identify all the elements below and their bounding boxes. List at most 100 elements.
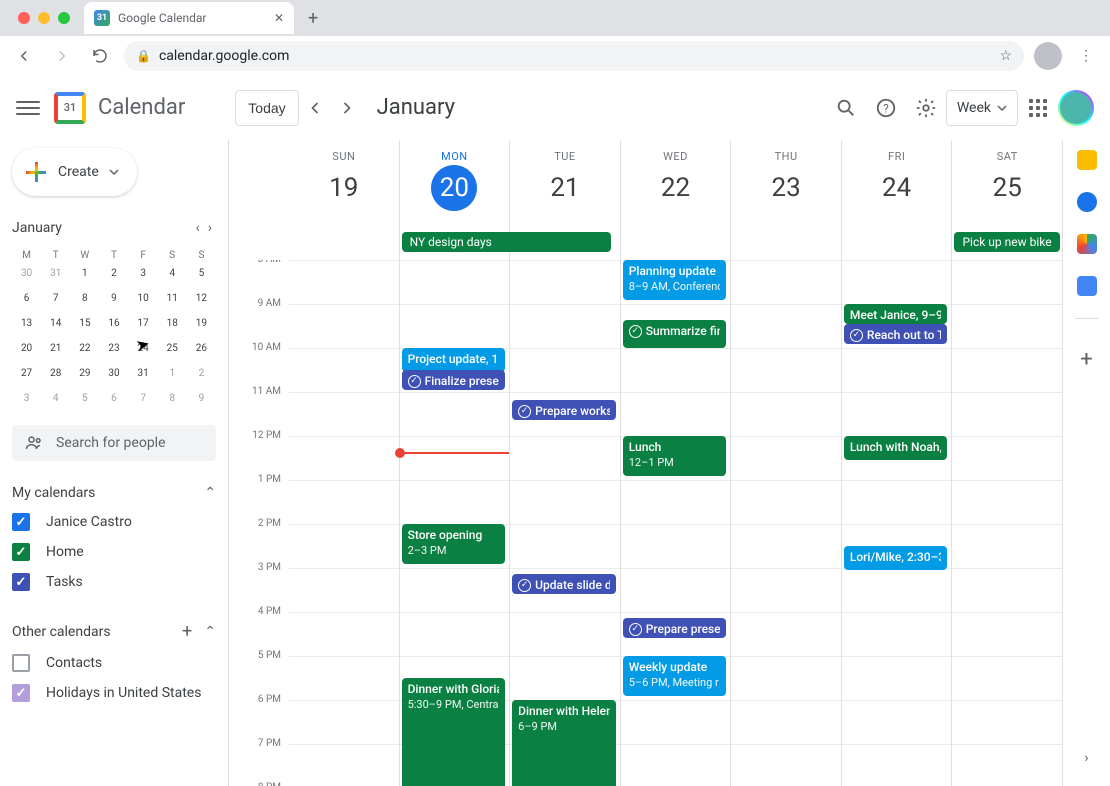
keep-icon[interactable] [1077, 150, 1097, 170]
calendar-event[interactable]: Meet Janice, 9–9: [844, 304, 948, 324]
day-column[interactable]: Planning update8–9 AM, Conferenc ✓Summari… [620, 260, 731, 786]
add-calendar-icon[interactable]: + [182, 621, 192, 642]
mini-day[interactable]: 20 [12, 336, 41, 361]
calendar-item[interactable]: Home [12, 537, 216, 567]
mini-prev-icon[interactable]: ‹ [192, 216, 204, 240]
new-tab-button[interactable]: + [302, 8, 324, 29]
allday-cell[interactable] [841, 230, 952, 260]
mini-day[interactable]: 29 [70, 361, 99, 386]
calendar-event[interactable]: ✓Prepare present [623, 618, 727, 638]
mini-day[interactable]: 3 [12, 386, 41, 411]
day-column[interactable] [289, 260, 399, 786]
mini-day[interactable]: 19 [187, 311, 216, 336]
calendar-item[interactable]: Tasks [12, 567, 216, 597]
window-controls[interactable] [12, 12, 76, 24]
view-selector[interactable]: Week [946, 90, 1018, 126]
allday-cell[interactable] [730, 230, 841, 260]
calendar-event[interactable]: Lori/Mike, 2:30–3 [844, 546, 948, 570]
day-column[interactable] [730, 260, 841, 786]
mini-day[interactable]: 13 [12, 311, 41, 336]
calendar-event[interactable]: ✓Prepare worksh [512, 400, 616, 420]
day-header[interactable]: SUN19 [289, 140, 399, 230]
browser-tab[interactable]: 31 Google Calendar ✕ [84, 2, 294, 34]
day-column[interactable] [951, 260, 1062, 786]
calendar-event[interactable]: Weekly update5–6 PM, Meeting r [623, 656, 727, 696]
other-calendars-toggle[interactable]: Other calendars + ⌃ [12, 615, 216, 648]
mini-day[interactable]: 18 [158, 311, 187, 336]
mini-day[interactable]: 12 [187, 286, 216, 311]
day-header[interactable]: THU23 [730, 140, 841, 230]
mini-day[interactable]: 9 [187, 386, 216, 411]
mini-day[interactable]: 10 [129, 286, 158, 311]
mini-day[interactable]: 31 [41, 261, 70, 286]
calendar-event[interactable]: Project update, 10 [402, 348, 506, 372]
mini-day[interactable]: 17 [129, 311, 158, 336]
search-people-input[interactable]: Search for people [12, 425, 216, 461]
day-column[interactable]: ✓Prepare worksh✓Update slide deDinner wi… [509, 260, 620, 786]
browser-profile[interactable] [1034, 42, 1062, 70]
mini-day[interactable]: 22 [70, 336, 99, 361]
mini-day[interactable]: 14 [41, 311, 70, 336]
checkbox[interactable] [12, 654, 30, 672]
mini-day[interactable]: 2 [187, 361, 216, 386]
mini-day[interactable]: 6 [99, 386, 128, 411]
mini-day[interactable]: 5 [187, 261, 216, 286]
mini-day[interactable]: 7 [41, 286, 70, 311]
checkbox[interactable] [12, 543, 30, 561]
mini-day[interactable]: 16 [99, 311, 128, 336]
day-header[interactable]: SAT25 [951, 140, 1062, 230]
checkbox[interactable] [12, 684, 30, 702]
mini-day[interactable]: 8 [70, 286, 99, 311]
browser-menu-icon[interactable]: ⋮ [1072, 42, 1100, 70]
mini-day[interactable]: 2 [99, 261, 128, 286]
allday-cell[interactable] [620, 230, 731, 260]
mini-day[interactable]: 8 [158, 386, 187, 411]
calendar-event[interactable]: Dinner with Gloria5:30–9 PM, Centra [402, 678, 506, 786]
main-menu-icon[interactable] [16, 96, 40, 120]
search-icon[interactable] [826, 88, 866, 128]
tab-close-icon[interactable]: ✕ [274, 11, 284, 25]
allday-cell[interactable]: Pick up new bike [951, 230, 1062, 260]
settings-icon[interactable] [906, 88, 946, 128]
mini-day[interactable]: 28 [41, 361, 70, 386]
reload-button[interactable] [86, 42, 114, 70]
today-button[interactable]: Today [235, 90, 298, 126]
my-calendars-toggle[interactable]: My calendars ⌃ [12, 479, 216, 507]
calendar-event[interactable]: ✓Update slide de [512, 574, 616, 594]
checkbox[interactable] [12, 573, 30, 591]
collapse-panel-icon[interactable]: › [1084, 750, 1088, 766]
calendar-event[interactable]: Lunch12–1 PM [623, 436, 727, 476]
calendar-event[interactable]: Planning update8–9 AM, Conferenc [623, 260, 727, 300]
calendar-item[interactable]: Janice Castro [12, 507, 216, 537]
back-button[interactable] [10, 42, 38, 70]
add-addon-icon[interactable]: + [1080, 347, 1092, 372]
checkbox[interactable] [12, 513, 30, 531]
google-apps-icon[interactable] [1018, 88, 1058, 128]
mini-day[interactable]: 11 [158, 286, 187, 311]
calendar-event[interactable]: Store opening2–3 PM [402, 524, 506, 564]
mini-day[interactable]: 4 [41, 386, 70, 411]
mini-day[interactable]: 7 [129, 386, 158, 411]
forward-button[interactable] [48, 42, 76, 70]
day-header[interactable]: FRI24 [841, 140, 952, 230]
mini-day[interactable]: 1 [70, 261, 99, 286]
mini-day[interactable]: 9 [99, 286, 128, 311]
mini-day[interactable]: 3 [129, 261, 158, 286]
help-icon[interactable]: ? [866, 88, 906, 128]
day-header[interactable]: WED22 [620, 140, 731, 230]
allday-event[interactable]: Pick up new bike [954, 232, 1060, 252]
calendar-event[interactable]: ✓Reach out to To [844, 324, 948, 344]
mini-day[interactable]: 31 [129, 361, 158, 386]
bookmark-star-icon[interactable]: ☆ [999, 48, 1012, 64]
maps-icon[interactable] [1077, 234, 1097, 254]
create-button[interactable]: Create [12, 148, 137, 196]
calendar-event[interactable]: ✓Summarize find [623, 320, 727, 348]
mini-day[interactable]: 6 [12, 286, 41, 311]
mini-day[interactable]: 27 [12, 361, 41, 386]
day-header[interactable]: TUE21 [509, 140, 620, 230]
mini-day[interactable]: 5 [70, 386, 99, 411]
mini-day[interactable]: 15 [70, 311, 99, 336]
mini-day[interactable]: 1 [158, 361, 187, 386]
day-column[interactable]: Meet Janice, 9–9:✓Reach out to To Lunch w… [841, 260, 952, 786]
calendar-event[interactable]: Lunch with Noah, [844, 436, 948, 460]
